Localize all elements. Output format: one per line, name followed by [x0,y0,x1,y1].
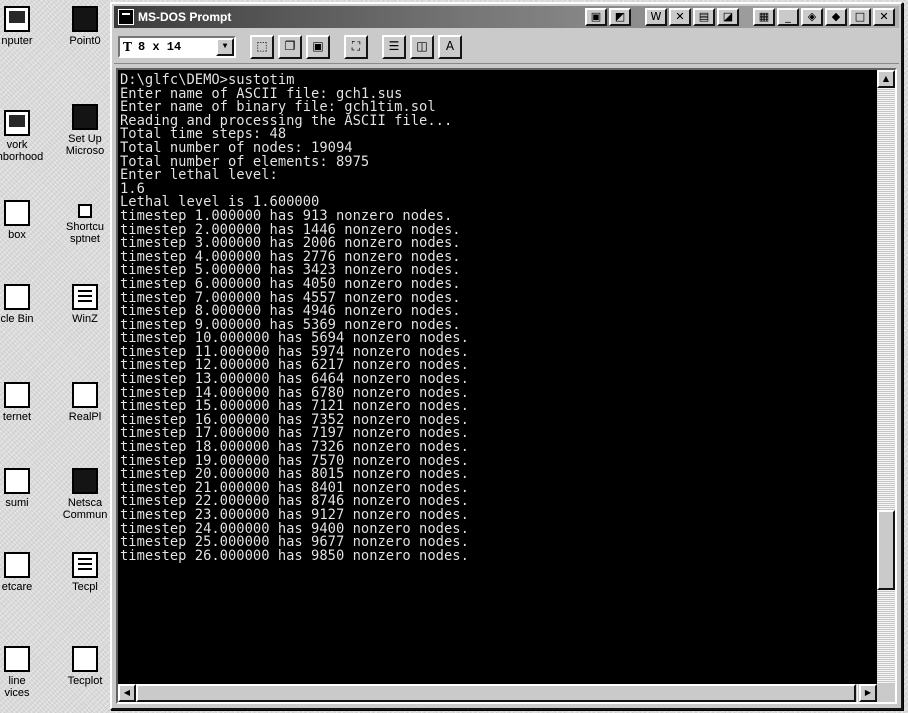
copy-icon[interactable]: ❐ [278,34,302,59]
desktop-icon-label: box [8,229,26,241]
internet-icon [4,382,30,408]
desktop-icon-winzip[interactable]: WinZ [54,284,116,325]
desktop-icon-inbox[interactable]: box [0,200,48,241]
desktop-icon-realplayer[interactable]: RealPl [54,382,116,423]
desktop-icon-tecplot-shortcut[interactable]: Tecpl [54,552,116,593]
font-icon[interactable]: A [438,34,462,59]
desktop-icon-point0[interactable]: Point0 [54,6,116,47]
mark-icon[interactable]: ⬚ [250,34,274,59]
window-icon-6[interactable]: ◈ [801,8,823,26]
maximize-icon[interactable]: □ [849,8,871,26]
window-icon-4[interactable]: ◪ [717,8,739,26]
desktop-icon-label: Tecplot [67,675,103,687]
desktop-icon-network[interactable]: vork ghborhood [0,110,48,163]
window-icon-7[interactable]: ◆ [825,8,847,26]
font-size-select[interactable]: T 8 x 14 ▼ [118,35,236,58]
winzip-icon [72,284,98,310]
desktop-icon-setup[interactable]: Set Up Microso [54,104,116,157]
window-icon-1[interactable]: ▣ [585,8,607,26]
netscape-icon [72,468,98,494]
desktop-icon-netscape[interactable]: Netsca Commun [54,468,116,521]
program-icon [4,552,30,578]
desktop-icon-label: Set Up Microso [65,133,105,157]
word-icon[interactable]: W [645,8,667,26]
ms-dos-prompt-window[interactable]: MS-DOS Prompt ▣ ◩ W ✕ ▤ ◪ ▦ _ ◈ ◆ □ ✕ T … [110,2,903,710]
desktop-icon-label: Netsca Commun [62,497,108,521]
desktop-icon-label: Shortcu sptnet [66,221,104,245]
desktop-icon-computer[interactable]: nputer [0,6,48,47]
desktop-icon-label: etcare [1,581,33,593]
console-frame: D:\glfc\DEMO>sustotim Enter name of ASCII… [116,68,897,704]
size-grip-icon[interactable] [877,684,895,702]
close-icon[interactable]: ✕ [873,8,895,26]
desktop-icon-online-services[interactable]: line vices [0,646,48,699]
ms-dos-icon[interactable] [118,9,134,25]
desktop-icon-label: Tecpl [72,581,98,593]
desktop-icon-recycle-bin[interactable]: cle Bin [0,284,48,325]
desktop-icon-label: sumi [5,497,29,509]
console-output[interactable]: D:\glfc\DEMO>sustotim Enter name of ASCII… [118,70,877,684]
window-icon-5[interactable]: ▦ [753,8,775,26]
scroll-right-icon[interactable]: ▶ [859,684,877,702]
folder-icon [4,468,30,494]
title-bar[interactable]: MS-DOS Prompt ▣ ◩ W ✕ ▤ ◪ ▦ _ ◈ ◆ □ ✕ [114,6,899,28]
window-icon-3[interactable]: ▤ [693,8,715,26]
desktop-icon-internet[interactable]: ternet [0,382,48,423]
tecplot-icon [72,646,98,672]
truetype-icon: T [123,39,132,54]
online-services-icon [4,646,30,672]
chevron-down-icon[interactable]: ▼ [216,37,234,56]
shortcut-icon [78,204,92,218]
desktop-icon-folder[interactable]: sumi [0,468,48,509]
inbox-icon [4,200,30,226]
scroll-up-icon[interactable]: ▲ [877,70,895,88]
horizontal-scroll-thumb[interactable] [136,684,856,702]
tecplot-icon [72,552,98,578]
console-line: Enter lethal level: [120,167,278,184]
desktop-icon-label: RealPl [68,411,102,423]
desktop-icon-program[interactable]: etcare [0,552,48,593]
toolbar: T 8 x 14 ▼ ⬚ ❐ ▣ ⛶ ☰ ◫ A [114,30,899,64]
console-line: timestep 26.000000 has 9850 nonzero node… [120,547,469,564]
full-screen-icon[interactable]: ⛶ [344,34,368,59]
background-icon[interactable]: ◫ [410,34,434,59]
desktop-icon-label: ternet [2,411,32,423]
properties-icon[interactable]: ☰ [382,34,406,59]
horizontal-scrollbar[interactable]: ◀ ▶ [118,684,877,702]
vertical-scroll-thumb[interactable] [877,510,895,590]
desktop-icon-label: nputer [1,35,33,47]
scroll-left-icon[interactable]: ◀ [118,684,136,702]
paste-icon[interactable]: ▣ [306,34,330,59]
desktop-icon-shortcut[interactable]: Shortcu sptnet [54,204,116,245]
title-bar-buttons: ▣ ◩ W ✕ ▤ ◪ ▦ _ ◈ ◆ □ ✕ [585,8,895,26]
font-size-value: 8 x 14 [137,39,182,54]
realplayer-icon [72,382,98,408]
application-icon [72,6,98,32]
excel-icon[interactable]: ✕ [669,8,691,26]
desktop-icon-label: Point0 [69,35,101,47]
setup-icon [72,104,98,130]
window-title: MS-DOS Prompt [138,10,232,24]
desktop-icon-label: line vices [4,675,30,699]
computer-icon [4,6,30,32]
recycle-bin-icon [4,284,30,310]
minimize-icon[interactable]: _ [777,8,799,26]
desktop-icon-label: vork ghborhood [0,139,44,163]
network-icon [4,110,30,136]
desktop-icon-label: cle Bin [0,313,34,325]
vertical-scrollbar[interactable]: ▲ [877,70,895,684]
window-icon-2[interactable]: ◩ [609,8,631,26]
desktop-icon-tecplot[interactable]: Tecplot [54,646,116,687]
desktop-icon-label: WinZ [72,313,98,325]
